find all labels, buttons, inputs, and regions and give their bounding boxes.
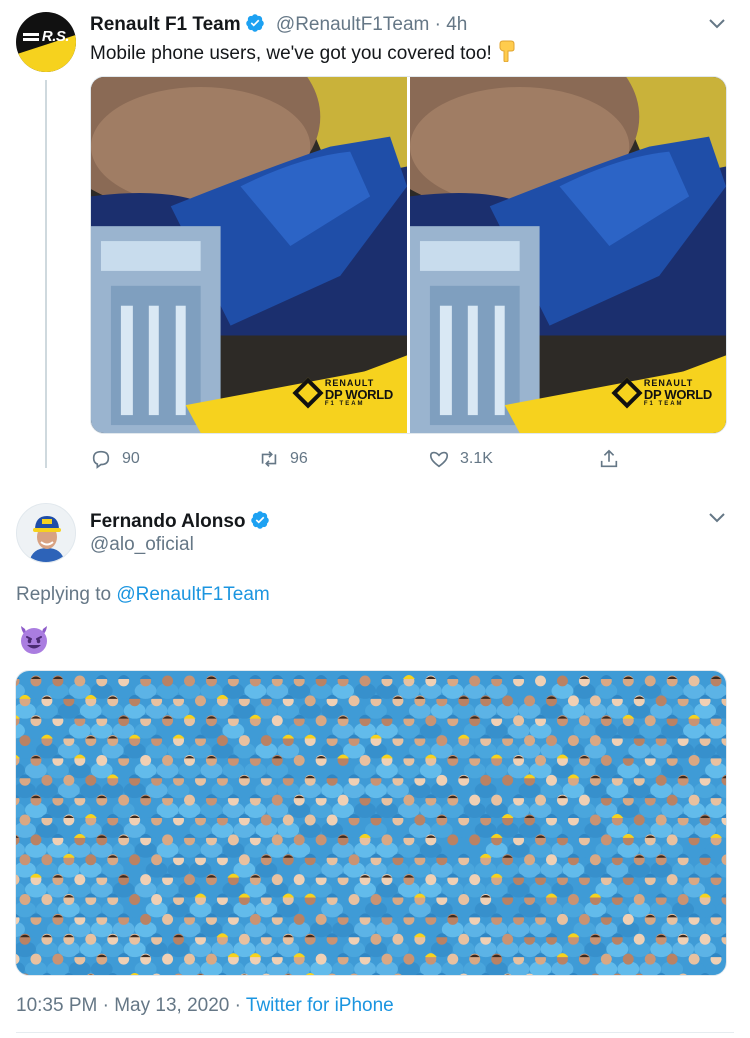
- reply-count: 90: [122, 450, 140, 467]
- alonso-avatar[interactable]: [16, 503, 76, 563]
- chevron-down-icon[interactable]: [708, 18, 726, 30]
- like-button[interactable]: 3.1K: [428, 448, 493, 470]
- bottom-divider: [16, 1032, 734, 1033]
- verified-badge-icon: [250, 511, 269, 529]
- tweet2-timestamp[interactable]: 10:35 PM · May 13, 2020: [16, 995, 229, 1016]
- renault-dpworld-logo: RENAULT DP WORLD F1 TEAM: [611, 377, 712, 409]
- logo-line2: DP WORLD: [324, 387, 393, 402]
- renault-dpworld-logo: RENAULT DP WORLD F1 TEAM: [292, 377, 393, 409]
- replying-to-line: Replying to @RenaultF1Team: [16, 584, 270, 606]
- renault-diamond-icon: [611, 377, 643, 409]
- retweet-icon: [261, 451, 277, 467]
- tweet1-header: Renault F1 Team @RenaultF1Team · 4h: [90, 13, 467, 36]
- smiling-face-with-horns-icon: [21, 626, 47, 654]
- tweet2-source[interactable]: Twitter for iPhone: [246, 995, 394, 1016]
- renault-diamond-icon: [292, 377, 324, 409]
- replying-prefix: Replying to: [16, 584, 112, 605]
- verified-badge-icon: [245, 14, 264, 32]
- tweet1-handle[interactable]: @RenaultF1Team: [276, 14, 429, 35]
- tweet2-meta: 10:35 PM · May 13, 2020 · Twitter for iP…: [16, 995, 394, 1017]
- like-count: 3.1K: [460, 450, 493, 467]
- retweet-button[interactable]: 96: [258, 448, 308, 470]
- tweet1-media[interactable]: RENAULT DP WORLD F1 TEAM RENAULT DP WORL…: [90, 76, 727, 434]
- chevron-down-icon[interactable]: [708, 512, 726, 524]
- tweet1-time[interactable]: 4h: [446, 14, 467, 35]
- replying-to-link[interactable]: @RenaultF1Team: [116, 584, 269, 605]
- tweet2-media-crowd[interactable]: [15, 670, 727, 976]
- tweet2-display-name[interactable]: Fernando Alonso: [90, 511, 246, 532]
- reply-button[interactable]: 90: [90, 448, 140, 470]
- tweet1-display-name[interactable]: Renault F1 Team: [90, 14, 241, 35]
- avatar-logo-text: R.S.: [41, 28, 70, 45]
- share-icon: [600, 449, 618, 468]
- meta-separator: ·: [234, 995, 241, 1016]
- share-button[interactable]: [598, 448, 620, 470]
- media-image-right[interactable]: RENAULT DP WORLD F1 TEAM: [410, 77, 726, 433]
- blue-crowd-illustration: [16, 671, 726, 975]
- retweet-count: 96: [290, 450, 308, 467]
- reply-icon: [92, 450, 110, 469]
- media-image-left[interactable]: RENAULT DP WORLD F1 TEAM: [91, 77, 407, 433]
- tweet2-name-row: Fernando Alonso: [90, 510, 270, 533]
- tweet1-text: Mobile phone users, we've got you covere…: [90, 43, 492, 64]
- tweet2-handle[interactable]: @alo_oficial: [90, 534, 194, 556]
- pointing-down-hand-icon: [499, 40, 515, 62]
- tweet1-separator: ·: [434, 14, 441, 35]
- tweet1-text-row: Mobile phone users, we've got you covere…: [90, 40, 516, 65]
- alonso-portrait-illustration: [17, 504, 75, 562]
- thread-connector-line: [45, 80, 47, 468]
- like-icon: [429, 451, 449, 468]
- tweet1-action-bar: 90 96 3.1K: [90, 448, 650, 474]
- renault-avatar[interactable]: R.S.: [16, 12, 76, 72]
- logo-line2: DP WORLD: [643, 387, 712, 402]
